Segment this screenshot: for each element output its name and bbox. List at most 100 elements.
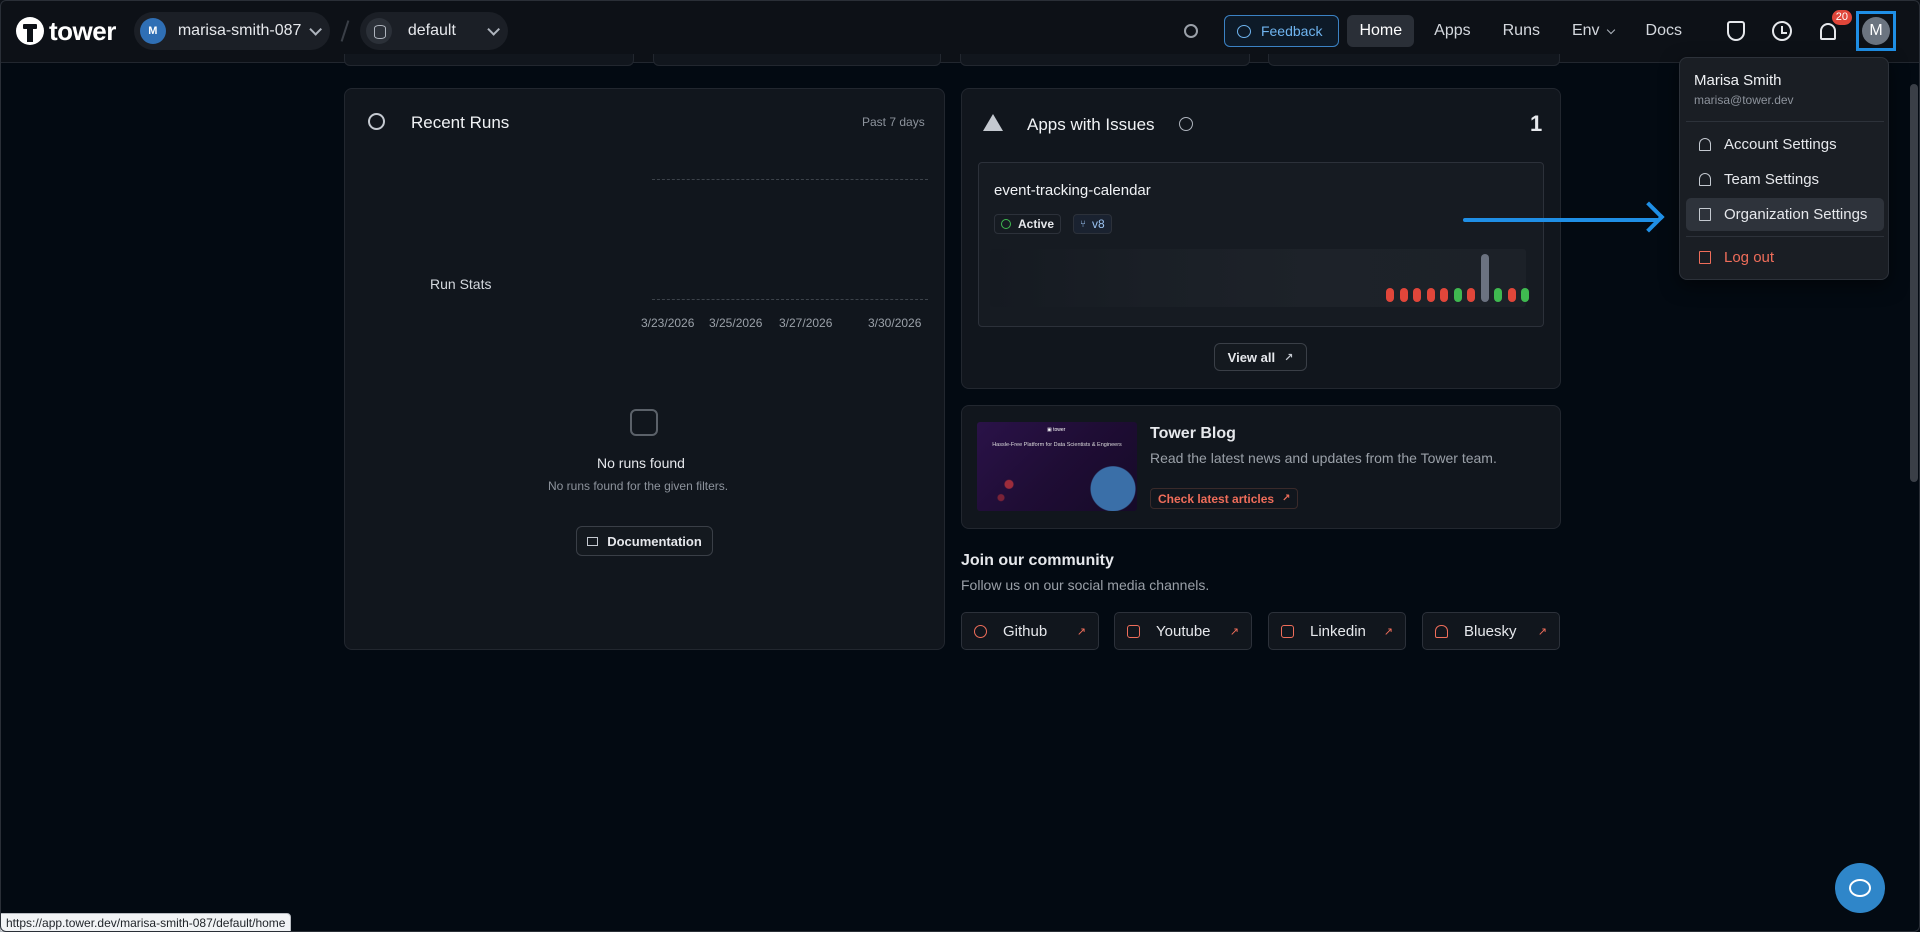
menu-item-logout[interactable]: Log out (1686, 241, 1884, 274)
page-scrollbar[interactable] (1910, 84, 1918, 482)
check-latest-articles-label: Check latest articles (1158, 491, 1275, 506)
external-arrow-icon: ↗ (1383, 625, 1393, 638)
chart-gridline (652, 179, 928, 180)
menu-item-label: Organization Settings (1724, 206, 1868, 223)
menu-item-label: Team Settings (1724, 171, 1820, 188)
recent-runs-title: Recent Runs (411, 113, 510, 132)
tower-logo[interactable]: tower (16, 16, 116, 47)
run-history-bar[interactable] (1440, 288, 1448, 302)
user-icon (1699, 138, 1711, 151)
annotation-arrow (1463, 201, 1665, 233)
external-arrow-icon: ↗ (1284, 351, 1294, 364)
bluesky-button[interactable]: Bluesky ↗ (1422, 612, 1560, 650)
building-icon (1699, 208, 1711, 221)
external-arrow-icon: ↗ (1076, 625, 1086, 638)
empty-state-subtitle: No runs found for the given filters. (548, 479, 729, 493)
blog-thumbnail-caption: Hassle-Free Platform for Data Scientists… (992, 442, 1122, 448)
apps-with-issues-title: Apps with Issues (1027, 115, 1155, 134)
youtube-label: Youtube (1156, 622, 1211, 640)
documentation-button[interactable]: Documentation (576, 526, 713, 556)
org-name: marisa-smith-087 (177, 22, 302, 39)
nav-env[interactable]: Env (1560, 15, 1626, 47)
blog-title: Tower Blog (1150, 425, 1236, 442)
chart-date-label: 3/27/2026 (779, 316, 833, 330)
nav-docs[interactable]: Docs (1634, 15, 1694, 47)
environment-selector[interactable]: default (359, 12, 508, 50)
bluesky-butterfly-icon (1435, 624, 1448, 638)
theme-toggle-sun-icon[interactable] (1183, 24, 1198, 38)
feedback-button[interactable]: Feedback (1223, 15, 1340, 47)
user-email: marisa@tower.dev (1694, 93, 1794, 107)
logout-icon (1699, 251, 1711, 264)
blog-thumbnail[interactable]: ▣ tower Hassle-Free Platform for Data Sc… (977, 422, 1137, 511)
branch-icon: ⑂ (1080, 218, 1086, 230)
run-history-bar[interactable] (1453, 288, 1462, 302)
user-name: Marisa Smith (1694, 72, 1782, 89)
chevron-down-icon (1606, 25, 1615, 34)
recent-runs-card (344, 88, 945, 650)
view-all-label: View all (1227, 349, 1276, 365)
window-frame (0, 0, 1920, 932)
clock-icon[interactable] (1770, 19, 1794, 43)
chart-gridline (652, 299, 928, 300)
menu-item-account-settings[interactable]: Account Settings (1686, 128, 1884, 161)
linkedin-icon (1281, 624, 1294, 638)
user-dropdown-menu: Marisa Smith marisa@tower.dev Account Se… (1679, 57, 1889, 280)
blog-description: Read the latest news and updates from th… (1150, 450, 1497, 466)
org-selector[interactable]: M marisa-smith-087 (133, 12, 330, 50)
run-stats-label: Run Stats (430, 276, 492, 292)
chat-support-button[interactable] (1835, 863, 1885, 913)
menu-item-team-settings[interactable]: Team Settings (1686, 163, 1884, 196)
user-menu-button[interactable]: M (1856, 11, 1896, 51)
menu-item-label: Account Settings (1724, 136, 1837, 153)
menu-item-organization-settings[interactable]: Organization Settings (1686, 198, 1884, 231)
bluesky-label: Bluesky (1464, 622, 1517, 640)
nav-runs[interactable]: Runs (1491, 15, 1552, 47)
history-icon (368, 113, 385, 130)
linkedin-button[interactable]: Linkedin ↗ (1268, 612, 1406, 650)
run-history-bar[interactable] (1521, 288, 1529, 302)
chevron-down-icon (309, 22, 322, 36)
tower-logo-icon (16, 17, 44, 45)
notifications-bell-icon[interactable]: 20 (1816, 10, 1852, 43)
chevron-down-icon (487, 22, 500, 36)
run-history-bar[interactable] (1467, 288, 1475, 302)
nav-env-label: Env (1571, 22, 1600, 39)
message-bubble-icon (1236, 24, 1251, 38)
menu-divider (1686, 236, 1884, 237)
chart-date-label: 3/25/2026 (709, 316, 763, 330)
feedback-label: Feedback (1260, 23, 1323, 39)
view-all-button[interactable]: View all ↗ (1214, 343, 1307, 371)
external-arrow-icon: ↗ (1229, 625, 1239, 638)
nav-home[interactable]: Home (1347, 15, 1415, 47)
environment-name: default (407, 22, 456, 39)
app-name[interactable]: event-tracking-calendar (994, 182, 1151, 199)
menu-divider (1686, 121, 1884, 122)
info-icon[interactable] (1179, 117, 1193, 131)
inbox-empty-icon (630, 409, 658, 436)
external-arrow-icon: ↗ (1537, 625, 1547, 638)
status-text: Active (1018, 217, 1055, 231)
shield-icon[interactable] (1724, 19, 1748, 43)
run-history-bar[interactable] (1426, 288, 1435, 302)
community-title: Join our community (961, 552, 1114, 569)
run-history-bar[interactable] (1399, 288, 1408, 302)
status-bar-url: https://app.tower.dev/marisa-smith-087/d… (0, 913, 292, 932)
youtube-button[interactable]: Youtube ↗ (1114, 612, 1252, 650)
run-history-bar[interactable] (1507, 288, 1516, 302)
documentation-label: Documentation (607, 533, 702, 549)
check-circle-icon (1001, 219, 1011, 229)
check-latest-articles-link[interactable]: Check latest articles ↗ (1150, 488, 1299, 509)
youtube-icon (1127, 624, 1140, 638)
github-button[interactable]: Github ↗ (961, 612, 1099, 650)
brand-name: tower (49, 15, 116, 46)
version-badge: ⑂ v8 (1073, 214, 1112, 234)
chat-bubble-icon (1849, 879, 1871, 897)
chart-date-label: 3/23/2026 (641, 316, 695, 330)
nav-apps[interactable]: Apps (1422, 15, 1482, 47)
run-history-bar[interactable] (1494, 288, 1502, 302)
run-history-bar[interactable] (1413, 288, 1421, 302)
card-stub (653, 54, 941, 66)
run-history-bar[interactable] (1386, 288, 1394, 302)
run-history-bar[interactable] (1480, 254, 1489, 302)
